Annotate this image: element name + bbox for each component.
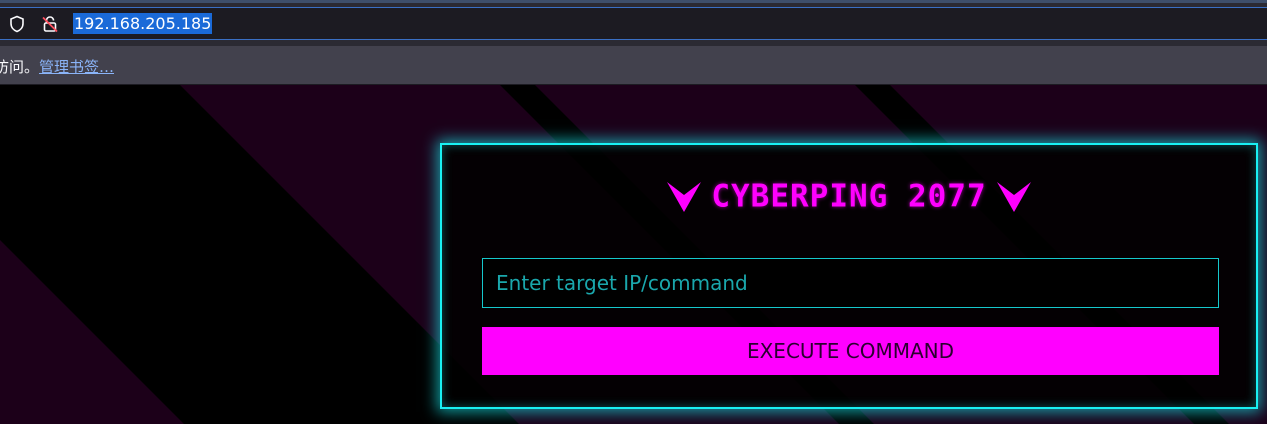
ping-panel: CYBERPING 2077 EXECUTE COMMAND (440, 143, 1258, 409)
lock-insecure-icon[interactable] (41, 15, 59, 33)
page-title: CYBERPING 2077 (442, 177, 1256, 215)
url-text[interactable]: 192.168.205.185 (73, 13, 213, 34)
bookmarks-message: 访问。管理书签… (0, 56, 114, 77)
execute-command-button[interactable]: EXECUTE COMMAND (482, 327, 1219, 375)
chevron-down-icon (996, 181, 1031, 212)
chevron-down-icon (667, 181, 702, 212)
bookmarks-message-text: 访问。 (0, 58, 40, 76)
manage-bookmarks-link[interactable]: 管理书签… (39, 58, 114, 76)
address-bar[interactable]: 192.168.205.185 (0, 7, 1267, 40)
app-title: CYBERPING 2077 (711, 178, 987, 215)
bookmarks-bar: 访问。管理书签… (0, 46, 1267, 85)
target-input[interactable] (482, 258, 1219, 308)
browser-toolbar: 192.168.205.185 (0, 0, 1267, 46)
page-content: CYBERPING 2077 EXECUTE COMMAND (0, 85, 1267, 424)
shield-icon[interactable] (8, 15, 26, 33)
